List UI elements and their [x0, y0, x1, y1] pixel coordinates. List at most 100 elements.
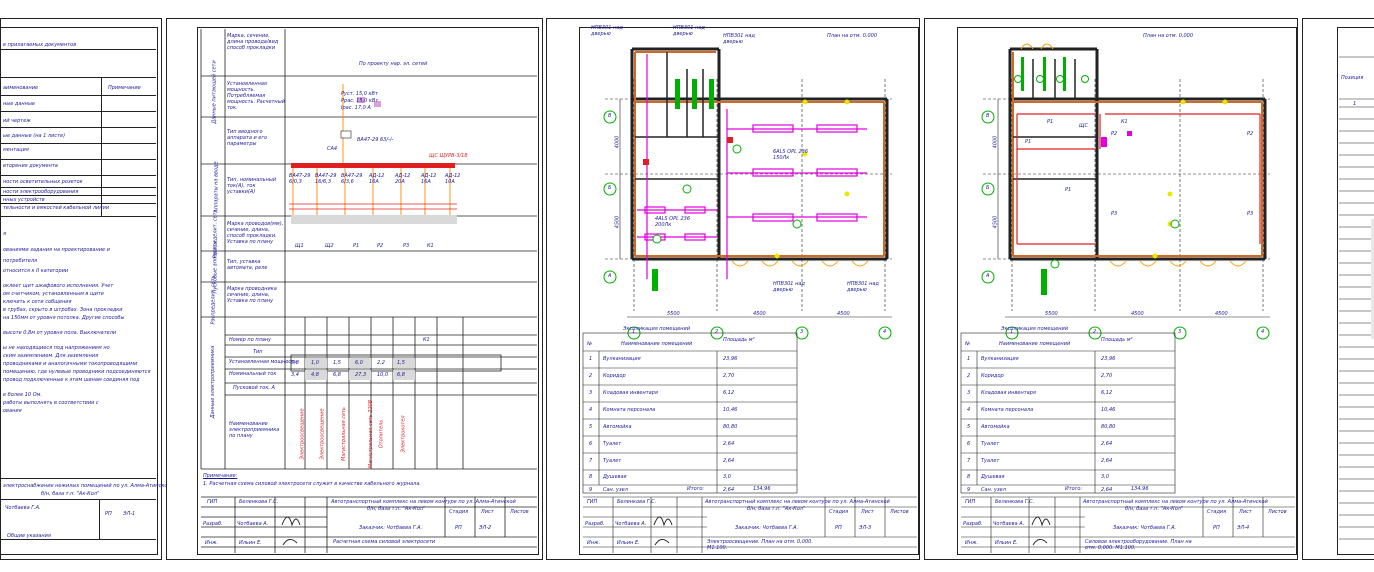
note-line: е более 10 Ом. — [3, 392, 42, 398]
table-cell: Комната персонала — [981, 407, 1034, 413]
table-cell: 4 — [589, 407, 593, 413]
divider — [1, 203, 156, 204]
stamp-razrab: Чотбаева А. — [993, 521, 1025, 527]
stamp-line: Автотранспортный комплекс на левом конту… — [1083, 499, 1268, 505]
table-cell: Сан. узел — [603, 487, 628, 493]
row-label: Марка проводов(мм), сечение, длина, спос… — [227, 221, 284, 245]
table-cell: 5 — [589, 424, 593, 430]
stamp-gip: Беленкова Г.С. — [617, 499, 657, 505]
dim-label: 4500 — [992, 215, 999, 229]
note-line: ования — [3, 408, 22, 414]
table-cell: Туалет — [603, 441, 622, 447]
group-tag: Р1 — [1047, 119, 1054, 125]
explication-title: Экспликация помещений — [623, 326, 691, 332]
table-cell: Автомойка — [603, 424, 632, 430]
stamp-stage: РП — [1213, 525, 1220, 531]
divider — [1, 159, 156, 160]
sheet1-line: вторения документа — [3, 163, 58, 169]
dim-label: 4500 — [837, 311, 850, 317]
group-code: Щ1 — [295, 243, 304, 249]
table-cell: 9 — [589, 487, 593, 493]
table-cell: Автомойка — [981, 424, 1010, 430]
axis-label: А — [608, 273, 612, 279]
table-cell: Душевая — [981, 474, 1005, 480]
table-cell: 2,70 — [723, 373, 735, 379]
stamp-stadiya-label: Стадия — [449, 509, 469, 515]
vert-label: Данные электроприемника — [210, 345, 217, 419]
dim-label: 4000 — [992, 135, 999, 149]
group-tag: Р3 — [1247, 211, 1254, 217]
fixture-label: НПВ301 над дверью — [591, 25, 623, 37]
stamp-listov-label: Листов — [1268, 509, 1287, 515]
table-cell: 3 — [967, 390, 971, 396]
sheet1-line: ности осветительных розеток — [3, 179, 83, 185]
table-cell: 23,96 — [723, 356, 738, 362]
sheet-general-notes[interactable]: е прилагаемых документов аименование При… — [0, 18, 171, 560]
sheet-lighting-plan[interactable]: План на отм. 0,000 НПВ301 над дверью НПВ… — [546, 18, 920, 560]
table-cell: 6 — [967, 441, 971, 447]
divider — [99, 499, 100, 539]
stamp-stage: РП — [835, 525, 842, 531]
divider — [1, 95, 156, 96]
group-code: Р3 — [403, 243, 410, 249]
axis-label: 2 — [715, 329, 719, 335]
table-cell: 2,64 — [1101, 458, 1113, 464]
sheet1-line: тельности и емкостей кабельной линии — [3, 205, 110, 211]
stamp-title: Силовое электрооборудование. План на отм… — [1085, 539, 1192, 551]
sheet-power-plan[interactable]: План на отм. 0,000 ЩС Р1 Р1 Р1 Р2 Р2 Р3 … — [924, 18, 1298, 560]
note-line: относится к II категории — [3, 268, 69, 274]
table-cell: Туалет — [603, 458, 622, 464]
note-line: на 150мм от уровня потолка. Другие спосо… — [3, 315, 125, 321]
pusk-label: Пусковой ток, А — [233, 385, 275, 391]
stamp-line: электроснабжение нежилых помещений по ул… — [3, 483, 171, 489]
stamp-title: Расчетная схема силовой электросети — [333, 539, 436, 545]
name-label: Наименование электроприемника по плану — [229, 421, 280, 439]
note-line: помещению, где нулевые проводники подсое… — [3, 369, 151, 375]
divider — [1, 539, 156, 540]
vert-label: Аппараты на вводе — [213, 161, 220, 213]
table-cell: 8 — [967, 474, 971, 480]
table-cell: 80,80 — [723, 424, 738, 430]
row-label: Тип, уставка автомата, реле — [227, 259, 268, 271]
hall-fixture: 6ALS OPL 236 150Лк — [773, 149, 809, 161]
row-label: Установленная мощность. Потребляемая мощ… — [227, 81, 285, 111]
ca4-label: СА4 — [327, 146, 338, 152]
table-cell: Вулканизация — [603, 356, 641, 362]
note-line: провод подключенные к этим шинам соединя… — [3, 377, 140, 383]
note-text: 1. Расчетная схема силовой электросети с… — [203, 481, 422, 487]
table-cell: Коридор — [603, 373, 626, 379]
divider — [1, 111, 156, 112]
divider — [1, 195, 156, 196]
dim-label: 5500 — [667, 311, 680, 317]
table-cell: 23,96 — [1101, 356, 1116, 362]
table-cell: Сан. узел — [981, 487, 1006, 493]
axis-label: 4 — [1261, 329, 1265, 335]
axis-label: В — [986, 113, 990, 119]
dim-label: 4500 — [614, 215, 621, 229]
total-label: Итого: — [1065, 486, 1083, 492]
sheet-calc-diagram[interactable]: Марка, сечение, длина провода/вид способ… — [166, 18, 543, 560]
table-cell: Туалет — [981, 458, 1000, 464]
table-cell: 4 — [967, 407, 971, 413]
group-label: АД-12 16А — [421, 173, 437, 185]
consumer-name: Магистральная сеть 220В — [368, 399, 375, 469]
group-label: АД-12 20А — [395, 173, 411, 185]
stamp-listov-label: Листов — [510, 509, 529, 515]
feed-label: По проекту нар. эл. сетей — [359, 61, 428, 67]
group-tag: Р1 — [1065, 187, 1072, 193]
sheet1-line: ые данные (на 1 листе) — [3, 133, 66, 139]
row-label: Марка, сечение, длина провода/вид способ… — [227, 33, 279, 51]
group-tag: К1 — [1121, 119, 1128, 125]
sheet-specification[interactable]: Позиция 1 — [1302, 18, 1374, 560]
stamp-sheet: ЭЛ-3 — [859, 525, 872, 531]
dim-label: 4500 — [1215, 311, 1228, 317]
fixture-label: НПВ301 над дверью — [773, 281, 805, 293]
consumer-name: Отопитель — [378, 419, 385, 449]
stamp-sheet: ЭЛ-1 — [123, 511, 136, 517]
divider — [1, 49, 156, 50]
shield-label: ЩС — [1079, 123, 1088, 129]
breaker-label: ВА47-29 63/-/- — [357, 137, 394, 143]
current-value: 27,3 — [355, 372, 367, 378]
axis-label: А — [986, 273, 990, 279]
table-cell: Душевая — [603, 474, 627, 480]
